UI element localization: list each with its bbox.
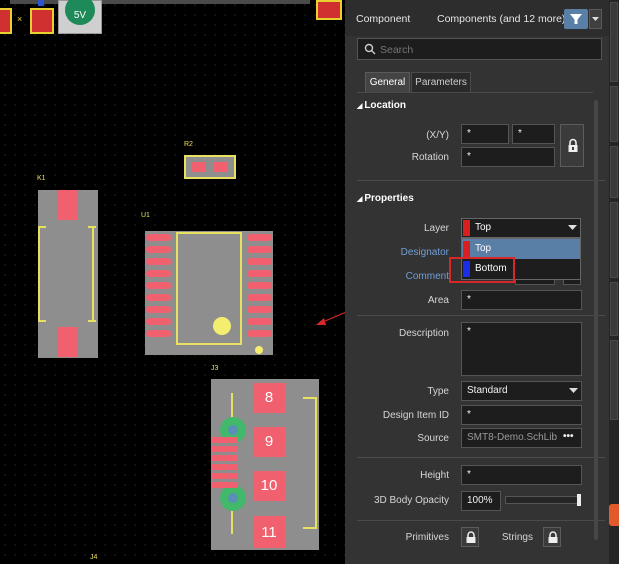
height-label: Height: [420, 470, 449, 481]
properties-title: Properties: [364, 193, 414, 204]
source-divider: [357, 457, 605, 458]
rotation-label: Rotation: [411, 152, 449, 163]
area-field[interactable]: *: [461, 290, 582, 310]
search-input[interactable]: [378, 40, 592, 60]
location-section-header[interactable]: ◢ Location: [357, 100, 406, 111]
chevron-down-icon: [592, 17, 599, 21]
filter-dropdown-button[interactable]: [589, 9, 602, 29]
design-item-field[interactable]: *: [461, 405, 582, 425]
source-value: SMT8-Demo.SchLib: [467, 432, 558, 443]
strings-label: Strings: [501, 532, 533, 543]
tab-parameters[interactable]: Parameters: [411, 72, 471, 92]
docked-tab-1[interactable]: [610, 2, 618, 82]
docked-tab-2[interactable]: [610, 86, 618, 142]
tab-general[interactable]: General: [365, 72, 410, 92]
properties-section-header[interactable]: ◢ Properties: [357, 193, 414, 204]
layer-option-top[interactable]: Top: [462, 239, 580, 259]
filter-summary: Components (and 12 more): [437, 13, 566, 25]
primitives-lock-button[interactable]: [461, 527, 479, 547]
designator-label: Designator: [400, 247, 449, 258]
lock-icon: [466, 531, 476, 543]
opacity-slider-thumb[interactable]: [577, 494, 581, 506]
filter-button[interactable]: [564, 9, 588, 29]
chevron-down-icon: [568, 225, 577, 230]
xy-label: (X/Y): [426, 130, 449, 141]
funnel-icon: [570, 14, 582, 24]
opacity-label: 3D Body Opacity: [373, 495, 449, 506]
docked-tab-3[interactable]: [610, 146, 618, 198]
panel-kind-label: Component: [356, 13, 411, 25]
design-item-label: Design Item ID: [382, 410, 449, 421]
location-lock-button[interactable]: [560, 124, 584, 167]
comment-label: Comment: [405, 271, 449, 282]
type-select[interactable]: Standard: [461, 381, 582, 401]
source-field[interactable]: SMT8-Demo.SchLib •••: [461, 428, 582, 448]
app-logo-icon: [609, 504, 619, 526]
tabs-divider: [357, 92, 593, 93]
docked-tab-5[interactable]: [610, 282, 618, 336]
chevron-down-icon: [569, 388, 578, 393]
location-divider: [357, 180, 605, 181]
rotation-field[interactable]: *: [461, 147, 555, 167]
layer-select-value: Top: [475, 222, 492, 233]
height-field[interactable]: *: [461, 465, 582, 485]
panel-scrollbar[interactable]: [594, 100, 598, 540]
properties-panel: Component Components (and 12 more) Gener…: [345, 0, 609, 564]
search-icon: [364, 43, 376, 55]
description-field[interactable]: *: [461, 322, 582, 376]
top-option-label: Top: [475, 243, 492, 254]
description-label: Description: [398, 328, 449, 339]
top-option-swatch: [463, 241, 470, 257]
docked-panels-strip: [609, 0, 619, 564]
location-title: Location: [364, 100, 406, 111]
strings-lock-button[interactable]: [543, 527, 561, 547]
bottom-option-highlight: [449, 257, 515, 283]
type-label: Type: [427, 386, 449, 397]
x-field[interactable]: *: [461, 124, 509, 144]
area-divider: [357, 315, 605, 316]
docked-tab-6[interactable]: [610, 340, 618, 420]
lock-icon: [548, 531, 558, 543]
area-label: Area: [427, 295, 449, 306]
layer-label: Layer: [423, 223, 449, 234]
source-label: Source: [417, 433, 449, 444]
top-layer-swatch: [463, 220, 470, 236]
docked-tab-4[interactable]: [610, 202, 618, 278]
search-box[interactable]: [357, 38, 602, 60]
layer-select[interactable]: Top: [461, 218, 581, 238]
opacity-slider-track[interactable]: [505, 496, 581, 504]
primitives-label: Primitives: [405, 532, 449, 543]
type-select-value: Standard: [467, 385, 508, 396]
y-field[interactable]: *: [512, 124, 555, 144]
more-icon[interactable]: •••: [563, 428, 574, 446]
tab-general-label: General: [369, 77, 406, 88]
lock-icon: [568, 138, 578, 152]
tab-parameters-label: Parameters: [415, 77, 467, 88]
opacity-field[interactable]: 100%: [461, 491, 501, 511]
opacity-divider: [357, 520, 605, 521]
